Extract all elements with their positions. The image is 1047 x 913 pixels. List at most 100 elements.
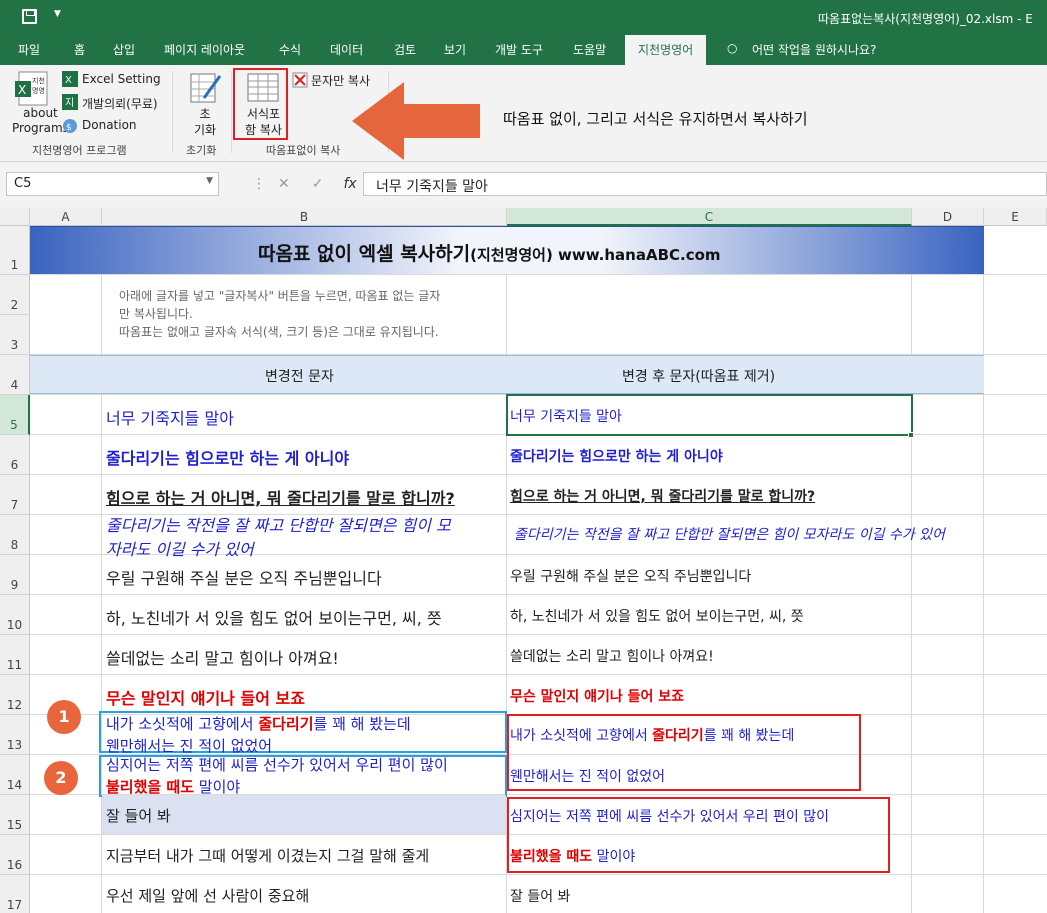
format-copy-button[interactable]: 서식포 함 복사	[245, 106, 282, 138]
tab-page-layout[interactable]: 페이지 레이아웃	[164, 41, 245, 58]
cell-b5[interactable]: 너무 기죽지들 말아	[106, 405, 234, 429]
tell-me-search[interactable]: 어떤 작업을 원하시나요?	[752, 41, 876, 58]
cell-c8[interactable]: 줄다리기는 작전을 잘 짜고 단합만 잘되면은 힘이 모자라도 이길 수가 있어	[514, 524, 945, 544]
column-header-e[interactable]: E	[984, 208, 1047, 226]
formula-input[interactable]: 너무 기죽지들 말아	[363, 172, 1047, 196]
note-line-3: 따옴표는 없애고 글자속 서식(색, 크기 등)은 그대로 유지됩니다.	[119, 325, 439, 339]
cell-b13-line2[interactable]: 웬만해서는 진 적이 없었어	[106, 735, 272, 756]
dev-request-button[interactable]: 개발의뢰(무료)	[82, 95, 158, 112]
cell-c14[interactable]: 웬만해서는 진 적이 없었어	[510, 766, 665, 786]
gridline	[911, 226, 912, 913]
reset-button[interactable]: 초 기화	[194, 106, 216, 138]
cell-c9[interactable]: 우릴 구원해 주실 분은 오직 주님뿐입니다	[510, 566, 751, 586]
formula-bar-icons: ⋮ ✕ ✓ fx	[252, 176, 357, 192]
row-header-17[interactable]: 17	[0, 875, 30, 913]
cell-c10[interactable]: 하, 노친네가 서 있을 힘도 없어 보이는구먼, 씨, 쯧	[510, 606, 804, 626]
cell-b10[interactable]: 하, 노친네가 서 있을 힘도 없어 보이는구먼, 씨, 쯧	[106, 605, 442, 629]
chevron-down-icon[interactable]: ▼	[206, 176, 213, 186]
column-header-a[interactable]: A	[30, 208, 102, 226]
row-header-13[interactable]: 13	[0, 715, 30, 755]
cell-c7[interactable]: 힘으로 하는 거 아니면, 뭐 줄다리기를 말로 합니까?	[510, 486, 815, 506]
row-header-8[interactable]: 8	[0, 515, 30, 555]
title-banner: 따옴표 없이 엑셀 복사하기(지천명영어) www.hanaABC.com	[30, 226, 984, 274]
cell-c13[interactable]: 내가 소싯적에 고향에서 줄다리기를 꽤 해 봤는데	[510, 725, 794, 745]
tab-review[interactable]: 검토	[394, 41, 416, 58]
cell-b7[interactable]: 힘으로 하는 거 아니면, 뭐 줄다리기를 말로 합니까?	[106, 485, 455, 509]
worksheet-grid[interactable]: A B C D E 1 2 3 4 5 6 7 8 9 10 11 12 13 …	[0, 208, 1047, 913]
row-header-12[interactable]: 12	[0, 675, 30, 715]
column-header-b[interactable]: B	[102, 208, 507, 226]
tab-help[interactable]: 도움말	[573, 41, 606, 58]
row-header-10[interactable]: 10	[0, 595, 30, 635]
cell-b15[interactable]: 잘 들어 봐	[106, 805, 171, 826]
column-header-d[interactable]: D	[912, 208, 984, 226]
name-box[interactable]: C5 ▼	[6, 172, 219, 196]
group-divider	[231, 71, 232, 153]
group-label-reset: 초기화	[186, 144, 217, 157]
row-header-5[interactable]: 5	[0, 395, 30, 435]
group-label-programs: 지천명영어 프로그램	[32, 144, 127, 157]
select-all-corner[interactable]	[0, 208, 30, 226]
cell-c6[interactable]: 줄다리기는 힘으로만 하는 게 아니야	[510, 446, 723, 466]
row-header-3[interactable]: 3	[0, 315, 30, 355]
banner-text: 따옴표 없이 엑셀 복사하기(지천명영어) www.hanaABC.com	[258, 239, 721, 266]
tab-jicheon-english[interactable]: 지천명영어	[625, 35, 707, 65]
insert-function-icon[interactable]: fx	[343, 176, 356, 192]
header-before: 변경전 문자	[265, 369, 334, 385]
cancel-icon[interactable]: ✕	[278, 176, 290, 192]
cell-c15[interactable]: 심지어는 저쪽 편에 씨름 선수가 있어서 우리 편이 많이	[510, 806, 829, 826]
tab-view[interactable]: 보기	[444, 41, 466, 58]
cell-b14-line2[interactable]: 불리했을 때도 말이야	[106, 776, 240, 797]
formula-bar: C5 ▼ ⋮ ✕ ✓ fx 너무 기죽지들 말아	[0, 162, 1047, 208]
donation-button[interactable]: Donation	[82, 118, 137, 132]
cell-b13-line1[interactable]: 내가 소싯적에 고향에서 줄다리기를 꽤 해 봤는데	[106, 713, 411, 734]
excel-setting-button[interactable]: Excel Setting	[82, 72, 161, 86]
enter-icon[interactable]: ✓	[312, 176, 324, 192]
row-header-15[interactable]: 15	[0, 795, 30, 835]
about-programs-button[interactable]: about Programs	[12, 106, 69, 136]
column-header-c[interactable]: C	[507, 208, 912, 226]
tab-developer[interactable]: 개발 도구	[495, 41, 543, 58]
svg-text:지천: 지천	[32, 76, 45, 85]
gridline	[30, 874, 1047, 875]
row-header-4[interactable]: 4	[0, 355, 30, 395]
ribbon-tabs: 파일 홈 삽입 페이지 레이아웃 수식 데이터 검토 보기 개발 도구 도움말 …	[0, 35, 1047, 65]
cell-b9[interactable]: 우릴 구원해 주실 분은 오직 주님뿐입니다	[106, 565, 382, 589]
tab-insert[interactable]: 삽입	[113, 41, 135, 58]
gridline	[983, 226, 984, 913]
cell-b6[interactable]: 줄다리기는 힘으로만 하는 게 아니야	[106, 445, 349, 469]
cell-c12[interactable]: 무슨 말인지 얘기나 들어 보죠	[510, 686, 684, 706]
row-header-6[interactable]: 6	[0, 435, 30, 475]
row-header-14[interactable]: 14	[0, 755, 30, 795]
row-header-7[interactable]: 7	[0, 475, 30, 515]
tab-formulas[interactable]: 수식	[279, 41, 301, 58]
row-header-11[interactable]: 11	[0, 635, 30, 675]
row-header-2[interactable]: 2	[0, 275, 30, 315]
cell-c17[interactable]: 잘 들어 봐	[510, 886, 570, 906]
fill-handle[interactable]	[908, 432, 914, 438]
cell-b8-line1[interactable]: 줄다리기는 작전을 잘 짜고 단합만 잘되면은 힘이 모	[106, 512, 451, 536]
gridline	[30, 634, 1047, 635]
cell-b12[interactable]: 무슨 말인지 얘기나 들어 보죠	[106, 685, 305, 709]
group-label-quote-free-copy: 따옴표없이 복사	[266, 144, 341, 157]
dev-request-icon: 지	[62, 94, 78, 110]
cell-b17[interactable]: 우선 제일 앞에 선 사람이 중요해	[106, 885, 309, 906]
cell-b11[interactable]: 쓸데없는 소리 말고 힘이나 아껴요!	[106, 645, 339, 669]
tab-home[interactable]: 홈	[74, 41, 85, 58]
step-badge-1: 1	[47, 700, 81, 734]
cell-b8-line2[interactable]: 자라도 이길 수가 있어	[106, 536, 254, 560]
cell-c5[interactable]: 너무 기죽지들 말아	[510, 406, 622, 426]
save-icon[interactable]	[22, 9, 37, 24]
row-header-9[interactable]: 9	[0, 555, 30, 595]
cell-b14-line1[interactable]: 심지어는 저쪽 편에 씨름 선수가 있어서 우리 편이 많이	[106, 754, 448, 775]
cell-c16[interactable]: 불리했을 때도 말이야	[510, 846, 635, 866]
annotation-text: 따옴표 없이, 그리고 서식은 유지하면서 복사하기	[503, 110, 808, 128]
quick-access-dropdown-icon[interactable]: ▼	[54, 9, 61, 19]
cell-c11[interactable]: 쓸데없는 소리 말고 힘이나 아껴요!	[510, 646, 714, 666]
cell-b16[interactable]: 지금부터 내가 그때 어떻게 이겼는지 그걸 말해 줄게	[106, 845, 429, 866]
tab-file[interactable]: 파일	[18, 41, 40, 58]
note-cell[interactable]: 아래에 글자를 넣고 "글자복사" 버튼을 누르면, 따옴표 없는 글자 만 복…	[102, 275, 506, 354]
row-header-16[interactable]: 16	[0, 835, 30, 875]
row-header-1[interactable]: 1	[0, 226, 30, 275]
tab-data[interactable]: 데이터	[330, 41, 363, 58]
